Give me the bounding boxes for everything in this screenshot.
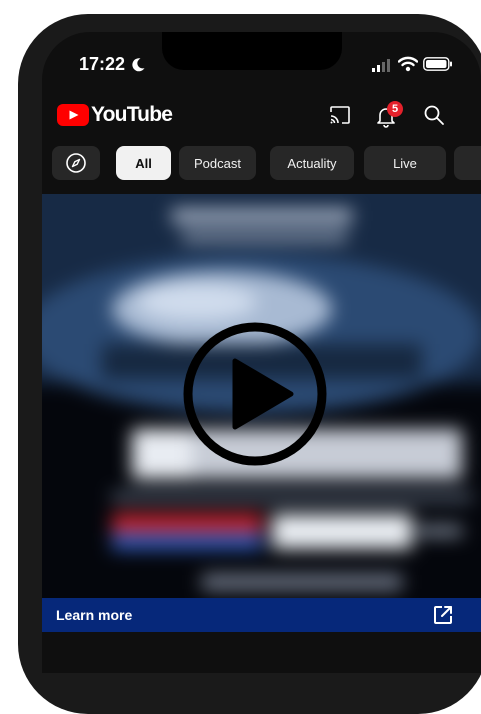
chip-more[interactable]	[454, 146, 481, 180]
chip-live[interactable]: Live	[364, 146, 446, 180]
moon-icon	[132, 58, 145, 72]
youtube-logo[interactable]: YouTube	[57, 102, 173, 128]
compass-icon	[66, 153, 86, 173]
cast-icon[interactable]	[328, 103, 352, 127]
video-player[interactable]	[42, 194, 481, 598]
signal-icon	[372, 59, 390, 72]
notifications-button[interactable]: 5	[374, 101, 404, 129]
notification-badge: 5	[387, 101, 403, 117]
category-chips: All Podcast Actuality Live	[42, 146, 481, 184]
play-icon[interactable]	[182, 321, 328, 467]
status-time: 17:22	[79, 54, 126, 74]
wifi-icon	[398, 56, 418, 72]
learn-more-button[interactable]: Learn more	[42, 598, 481, 632]
external-link-icon	[434, 606, 452, 624]
search-icon[interactable]	[422, 103, 446, 127]
battery-icon	[423, 57, 452, 71]
app-header: YouTube 5	[42, 92, 481, 140]
chip-podcast[interactable]: Podcast	[179, 146, 256, 180]
chip-actuality[interactable]: Actuality	[270, 146, 354, 180]
youtube-wordmark: YouTube	[91, 103, 173, 126]
phone-screen: 17:22 YouTube 5 All Podcast Actuality Li…	[42, 32, 481, 673]
explore-chip[interactable]	[52, 146, 100, 180]
status-bar: 17:22	[42, 32, 481, 92]
youtube-logo-icon	[57, 104, 89, 126]
learn-more-label: Learn more	[56, 607, 133, 623]
chip-all[interactable]: All	[116, 146, 171, 180]
camera-notch	[162, 32, 342, 70]
